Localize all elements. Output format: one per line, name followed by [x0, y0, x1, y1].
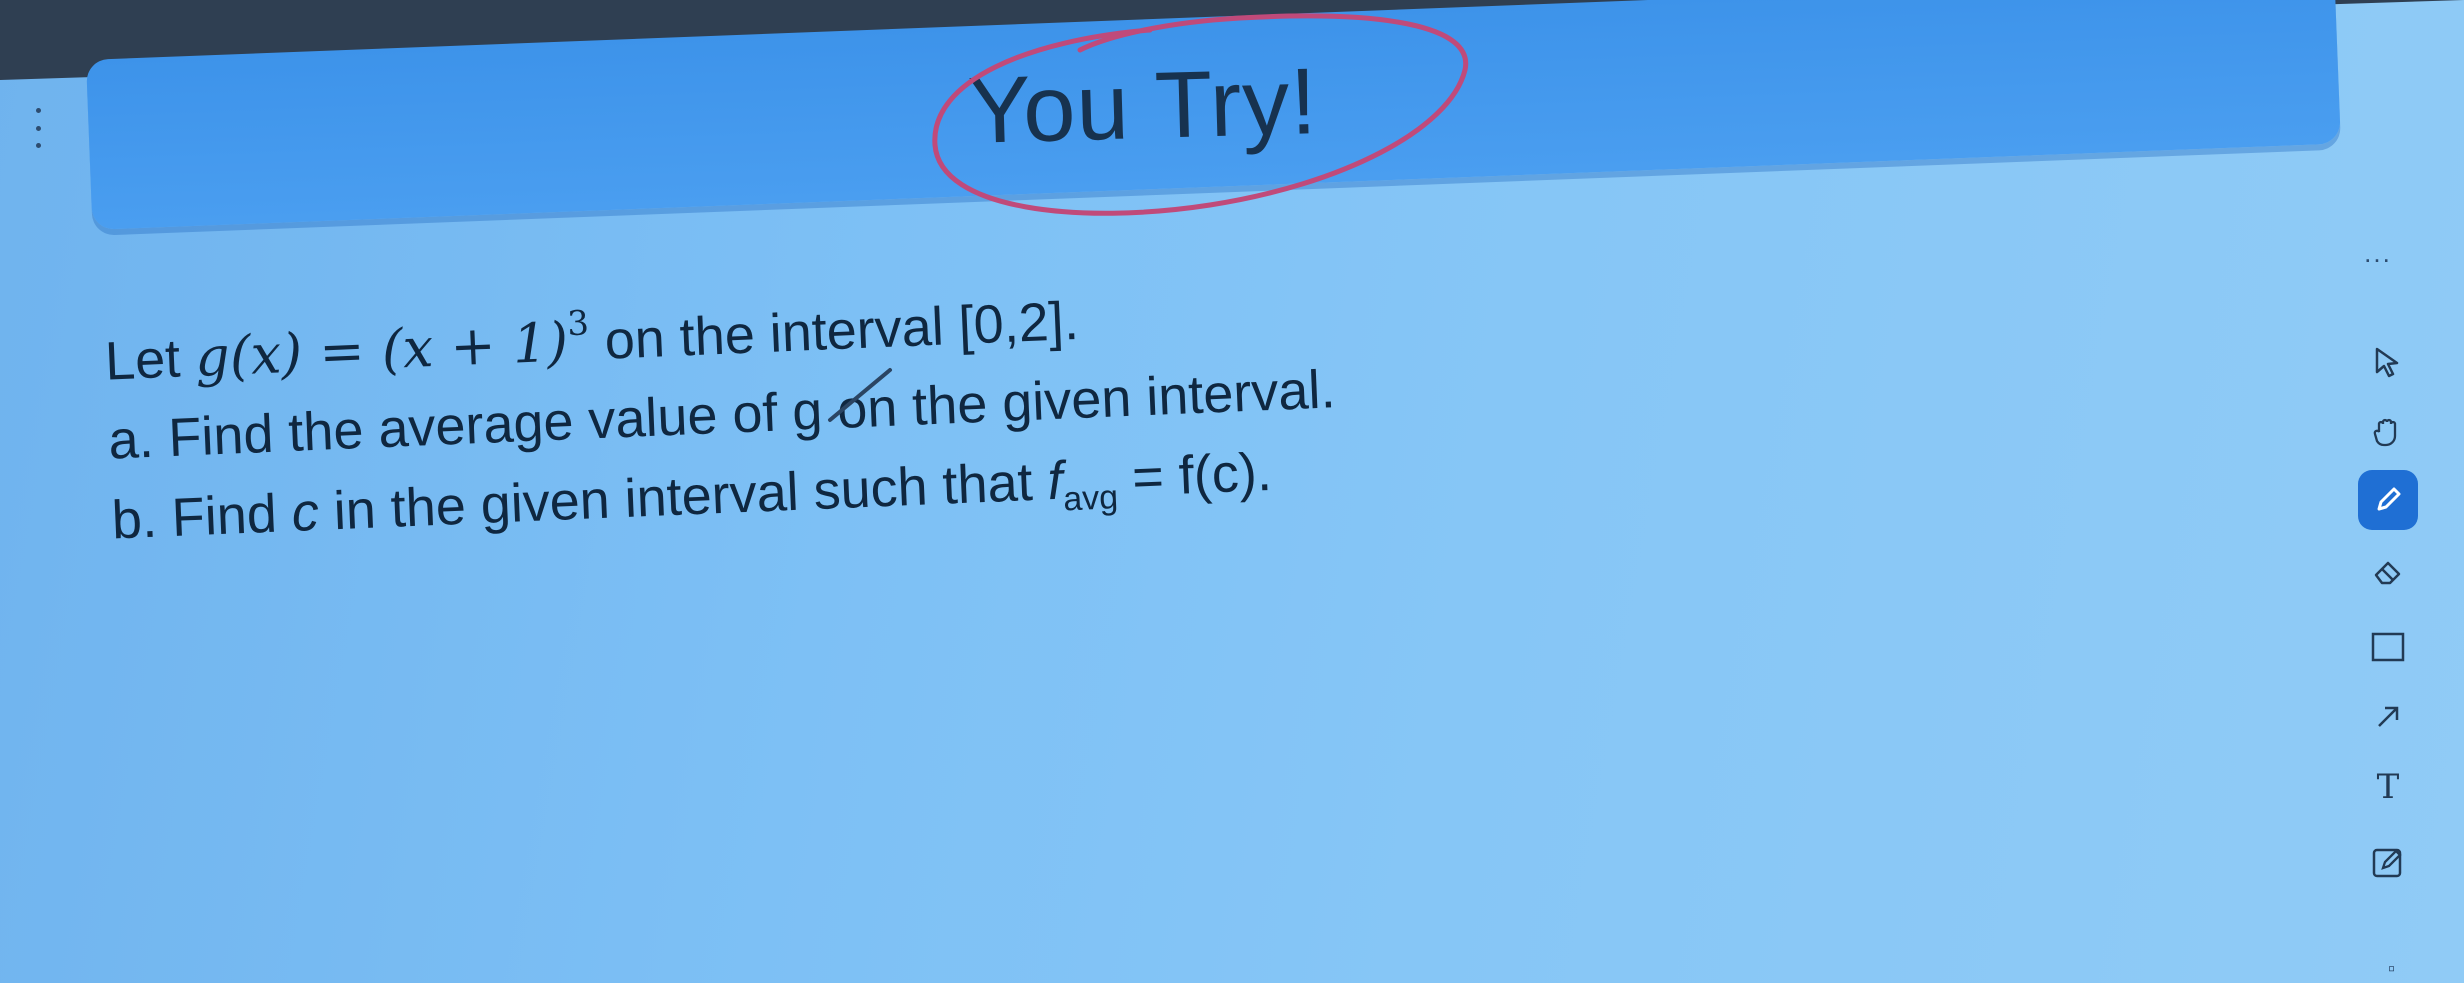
function-text: g(x) = (x + 1)	[193, 310, 570, 389]
pen-icon[interactable]	[2348, 468, 2428, 532]
pen-scribble-annotation	[828, 368, 892, 422]
hand-icon[interactable]	[2348, 400, 2428, 464]
part-b-subscript: avg	[1062, 478, 1119, 519]
drawing-toolbar: T	[2348, 240, 2428, 980]
part-b-variable: c	[290, 481, 320, 543]
corner-icon: ▫	[2388, 958, 2396, 980]
pointer-icon[interactable]	[2348, 330, 2428, 394]
intro-prefix: Let	[103, 327, 197, 392]
kebab-menu-icon[interactable]	[34, 108, 42, 148]
part-b-f: f	[1046, 450, 1064, 512]
eraser-icon[interactable]	[2348, 540, 2428, 604]
text-icon[interactable]: T	[2348, 755, 2428, 819]
hand-drawn-circle-annotation	[932, 13, 1469, 216]
part-b-middle: in the given interval such that	[317, 451, 1049, 542]
part-b-suffix: = f(c).	[1116, 441, 1273, 509]
arrow-icon[interactable]	[2348, 685, 2428, 749]
part-b-prefix: b. Find	[110, 483, 294, 551]
note-edit-icon[interactable]	[2348, 830, 2428, 894]
rectangle-icon[interactable]	[2348, 615, 2428, 679]
function-expression: g(x) = (x + 1)3	[193, 303, 591, 389]
exponent: 3	[566, 303, 590, 345]
